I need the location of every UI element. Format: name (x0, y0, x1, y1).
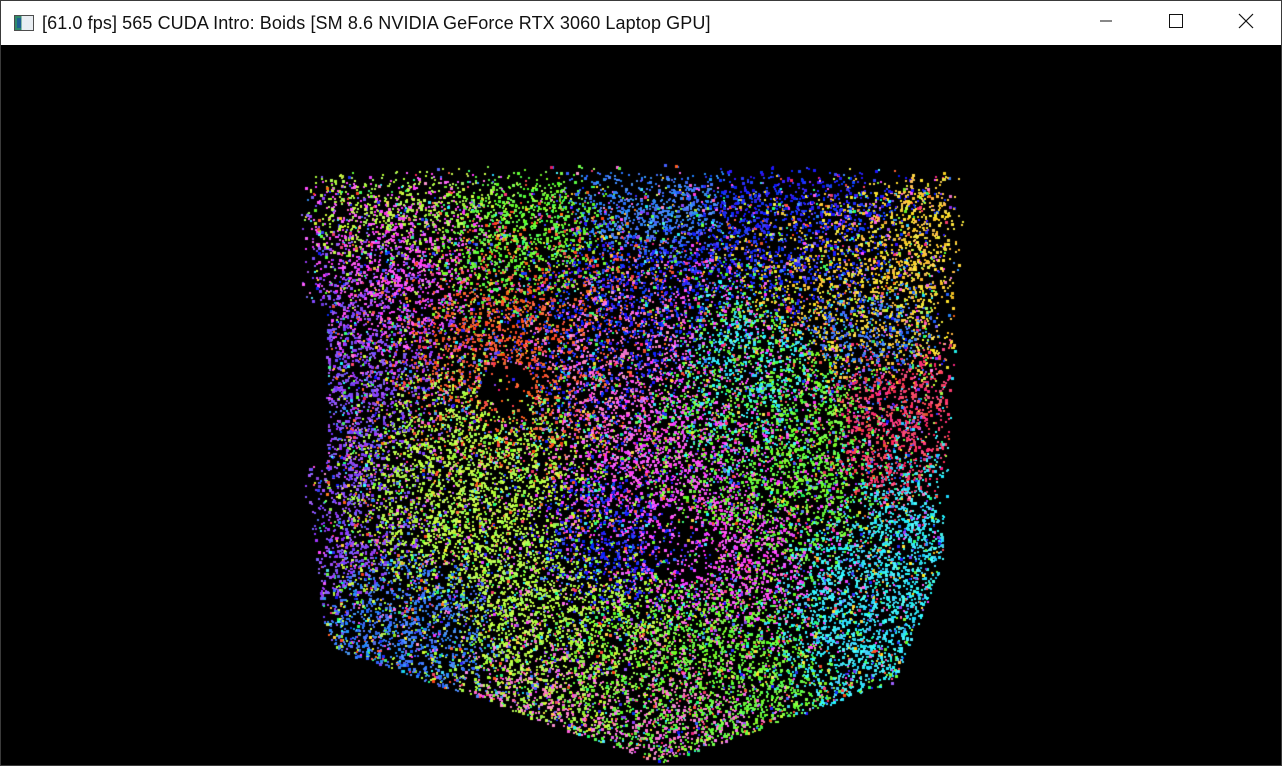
maximize-button[interactable] (1141, 1, 1211, 45)
minimize-button[interactable] (1071, 1, 1141, 45)
title-bar[interactable]: [61.0 fps] 565 CUDA Intro: Boids [SM 8.6… (1, 1, 1281, 45)
close-icon (1238, 13, 1254, 34)
app-window: [61.0 fps] 565 CUDA Intro: Boids [SM 8.6… (0, 0, 1282, 766)
maximize-icon (1168, 13, 1184, 34)
app-icon[interactable] (14, 15, 34, 31)
boids-particle-canvas[interactable] (1, 45, 1281, 765)
window-title: [61.0 fps] 565 CUDA Intro: Boids [SM 8.6… (42, 12, 711, 33)
minimize-icon (1099, 14, 1113, 33)
boids-viewport[interactable] (1, 45, 1281, 765)
window-controls (1071, 1, 1281, 45)
close-button[interactable] (1211, 1, 1281, 45)
